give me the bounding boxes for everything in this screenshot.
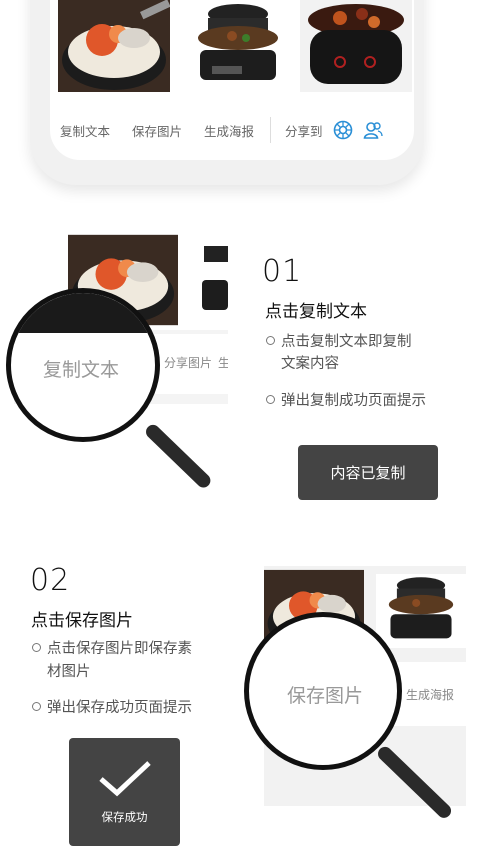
- saved-toast: 保存成功: [69, 738, 180, 846]
- magnifier-lens: 复制文本: [6, 288, 160, 442]
- step2-bullet-2: 弹出保存成功页面提示: [32, 697, 192, 719]
- step2-bullet-1-cont: 材图片: [47, 664, 91, 680]
- save-image-button[interactable]: 保存图片: [132, 121, 182, 140]
- side-label: 生成海报: [406, 688, 455, 702]
- step1-bullet-1-cont: 文案内容: [281, 356, 339, 372]
- copy-text-button[interactable]: 复制文本: [60, 121, 110, 140]
- crab-porridge-image[interactable]: [58, 0, 170, 92]
- stew-pot-image[interactable]: [300, 0, 412, 92]
- action-bar: 复制文本 保存图片 生成海报 分享到: [50, 112, 414, 148]
- share-label: 分享到: [285, 123, 323, 139]
- clay-pot-image[interactable]: [182, 0, 294, 92]
- step1-title: 点击复制文本: [265, 302, 367, 322]
- magnified-save-image: 保存图片: [287, 685, 364, 707]
- step2-bullet-1: 点击保存图片即保存素: [32, 638, 192, 660]
- side-label: 分享图片: [164, 356, 213, 370]
- magnified-copy-text: 复制文本: [43, 359, 120, 381]
- checkmark-icon: [98, 761, 151, 797]
- step1-number: 01: [262, 254, 303, 289]
- copied-toast: 内容已复制: [298, 445, 438, 500]
- divider: [270, 117, 272, 143]
- side-label-2: 生: [218, 356, 228, 370]
- step1-bullet-1: 点击复制文本即复制: [266, 331, 412, 353]
- step2-number: 02: [30, 563, 71, 598]
- step2-title: 点击保存图片: [31, 611, 133, 631]
- magnifier-lens: 保存图片: [244, 612, 402, 770]
- magnifier-handle: [143, 421, 214, 491]
- saved-toast-label: 保存成功: [101, 810, 148, 824]
- generate-poster-button[interactable]: 生成海报: [204, 121, 254, 140]
- contacts-icon[interactable]: [363, 120, 383, 140]
- clay-pot-image: [376, 574, 466, 648]
- product-images: [58, 0, 412, 94]
- moments-icon[interactable]: [333, 120, 353, 140]
- phone-screen: 复制文本 保存图片 生成海报 分享到: [50, 0, 414, 160]
- step1-bullet-2: 弹出复制成功页面提示: [266, 390, 426, 412]
- clay-pot-image: [202, 236, 228, 324]
